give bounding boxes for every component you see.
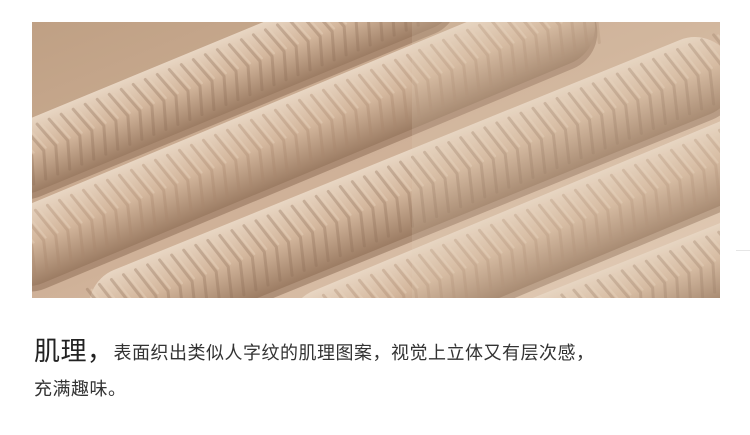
- edge-divider: [736, 250, 750, 251]
- light-overlay: [412, 22, 720, 298]
- knit-fabric-photo: [32, 22, 720, 298]
- caption-body-line2: 充满趣味。: [34, 379, 127, 400]
- knit-fabric-closeup-image: [32, 22, 720, 298]
- caption-heading: 肌理，: [34, 337, 114, 367]
- caption-body-line1: 表面织出类似人字纹的肌理图案，视觉上立体又有层次感，: [113, 343, 595, 364]
- product-caption: 肌理，表面织出类似人字纹的肌理图案，视觉上立体又有层次感， 充满趣味。: [34, 334, 734, 408]
